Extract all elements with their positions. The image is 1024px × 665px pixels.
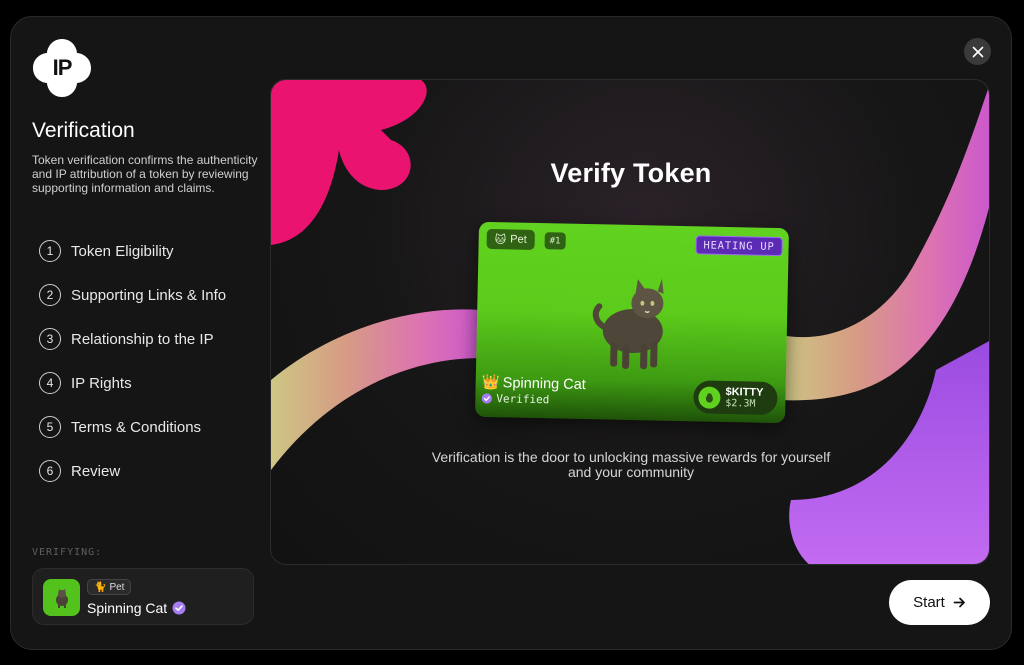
verified-row: Verified — [481, 392, 549, 406]
step-number: 6 — [39, 460, 61, 482]
step-label: Terms & Conditions — [71, 418, 202, 436]
step-terms-conditions[interactable]: 5 Terms & Conditions — [39, 405, 226, 449]
market-cap: $2.3M — [725, 397, 756, 410]
step-token-eligibility[interactable]: 1 Token Eligibility — [39, 229, 226, 273]
close-icon — [972, 46, 983, 57]
status-badge: HEATING UP — [695, 235, 783, 257]
hero-subtitle: Verification is the door to unlocking ma… — [431, 449, 831, 480]
step-number: 2 — [39, 284, 61, 306]
start-button[interactable]: Start — [889, 580, 990, 625]
step-number: 4 — [39, 372, 61, 394]
verified-badge-icon — [172, 601, 186, 615]
cat-image — [592, 278, 664, 370]
token-name: Spinning Cat — [87, 600, 168, 616]
rank-badge: #1 — [544, 232, 566, 250]
step-relationship-ip[interactable]: 3 Relationship to the IP — [39, 317, 226, 361]
logo-text: IP — [52, 55, 73, 80]
step-label: Relationship to the IP — [71, 330, 214, 348]
token-name-row: Spinning Cat — [87, 600, 186, 616]
verification-modal: IP Verification Token verification confi… — [10, 16, 1012, 650]
category-label: Pet — [510, 233, 527, 246]
steps-list: 1 Token Eligibility 2 Supporting Links &… — [39, 229, 226, 493]
paw-icon: 🐈 — [94, 581, 107, 593]
verified-label: Verified — [496, 392, 550, 407]
step-supporting-links[interactable]: 2 Supporting Links & Info — [39, 273, 226, 317]
sidebar-title: Verification — [32, 119, 135, 142]
step-label: Token Eligibility — [71, 242, 174, 260]
arrow-right-icon — [953, 597, 965, 608]
verifying-token-card: 🐈 Pet Spinning Cat — [32, 568, 254, 625]
close-button[interactable] — [964, 38, 991, 65]
cat-icon — [705, 392, 713, 403]
step-label: Review — [71, 462, 121, 480]
hero-title: Verify Token — [550, 158, 712, 188]
step-ip-rights[interactable]: 4 IP Rights — [39, 361, 226, 405]
ip-logo-icon: IP — [31, 37, 93, 99]
step-number: 5 — [39, 416, 61, 438]
category-chip: 🐱 Pet — [486, 228, 535, 250]
step-label: Supporting Links & Info — [71, 286, 227, 304]
token-thumbnail — [43, 579, 80, 616]
start-label: Start — [913, 594, 945, 611]
cat-face-icon: 🐱 — [494, 233, 507, 246]
step-number: 3 — [39, 328, 61, 350]
category-label: Pet — [109, 581, 125, 593]
cat-icon — [55, 588, 68, 608]
token-icon — [698, 385, 721, 409]
token-name-row: 👑 Spinning Cat — [482, 374, 586, 393]
verifying-label: VERIFYING: — [32, 547, 103, 558]
verified-badge-icon — [481, 393, 492, 404]
hero-panel: Verify Token 🐱 Pet #1 HEATING UP 👑 Spinn… — [270, 79, 990, 565]
category-chip: 🐈 Pet — [87, 579, 132, 595]
ticker-symbol: $KITTY — [725, 385, 764, 399]
step-label: IP Rights — [71, 374, 132, 392]
step-review[interactable]: 6 Review — [39, 449, 226, 493]
token-card: 🐱 Pet #1 HEATING UP 👑 Spinning Cat Verif… — [474, 221, 790, 424]
sidebar-description: Token verification confirms the authenti… — [32, 153, 258, 195]
ticker-pill: $KITTY $2.3M — [693, 380, 778, 416]
token-name: Spinning Cat — [502, 374, 586, 393]
step-number: 1 — [39, 240, 61, 262]
crown-icon: 👑 — [481, 374, 500, 392]
